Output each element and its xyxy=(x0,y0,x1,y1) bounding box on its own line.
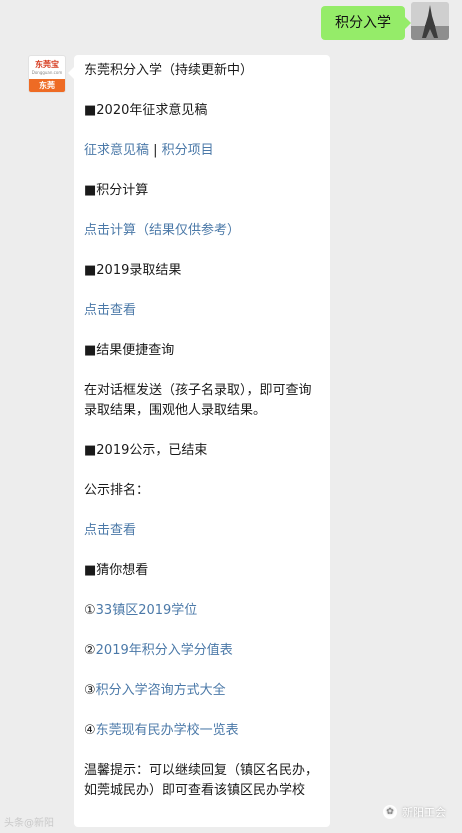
incoming-message-card: 东莞积分入学（持续更新中） ■2020年征求意见稿 征求意见稿 | 积分项目 ■… xyxy=(68,55,330,827)
recommended-item-1: ①33镇区2019学位 xyxy=(84,601,321,621)
bot-brand-sub: Dongguan.com xyxy=(31,70,63,75)
item-number: ③ xyxy=(84,683,96,698)
link-view-ranking[interactable]: 点击查看 xyxy=(84,523,136,538)
link-view-results[interactable]: 点击查看 xyxy=(84,303,136,318)
wechat-logo-icon: ✿ xyxy=(383,805,397,819)
bot-avatar[interactable]: 东莞宝 Dongguan.com 东莞 xyxy=(28,55,66,93)
recommended-item-2: ②2019年积分入学分值表 xyxy=(84,641,321,661)
recommended-item-4: ④东莞现有民办学校一览表 xyxy=(84,721,321,741)
message-title: 东莞积分入学（持续更新中） xyxy=(84,63,254,78)
link-recommended-item[interactable]: 2019年积分入学分值表 xyxy=(96,643,233,658)
link-draft-opinion[interactable]: 征求意见稿 xyxy=(84,143,149,158)
outgoing-message-text: 积分入学 xyxy=(335,15,391,31)
publicity-link-row: 点击查看 xyxy=(84,521,321,541)
watermark-right: ✿ 新阳工会 xyxy=(383,804,446,820)
section-header-2020-draft: ■2020年征求意见稿 xyxy=(84,103,208,118)
eiffel-photo-icon xyxy=(411,2,449,40)
link-points-items[interactable]: 积分项目 xyxy=(162,143,214,158)
link-recommended-item[interactable]: 33镇区2019学位 xyxy=(96,603,198,618)
section-header-recommended: ■猜你想看 xyxy=(84,563,149,578)
results-link-row: 点击查看 xyxy=(84,301,321,321)
calc-link-row: 点击计算（结果仅供参考） xyxy=(84,221,321,241)
item-number: ② xyxy=(84,643,96,658)
bot-brand-text: 东莞宝 xyxy=(35,60,59,69)
outgoing-message-bubble[interactable]: 积分入学 xyxy=(321,6,411,40)
link-calculate[interactable]: 点击计算（结果仅供参考） xyxy=(84,223,240,238)
section-header-quick-query: ■结果便捷查询 xyxy=(84,343,175,358)
section-header-2019-results: ■2019录取结果 xyxy=(84,263,182,278)
recommended-item-3: ③积分入学咨询方式大全 xyxy=(84,681,321,701)
bot-city-label: 东莞 xyxy=(29,79,65,92)
link-recommended-item[interactable]: 东莞现有民办学校一览表 xyxy=(96,723,239,738)
tip-text: 温馨提示：可以继续回复（镇区名民办，如莞城民办）即可查看该镇区民办学校 xyxy=(84,763,319,798)
item-number: ① xyxy=(84,603,96,618)
section-header-points-calc: ■积分计算 xyxy=(84,183,149,198)
section-header-2019-publicity: ■2019公示，已结束 xyxy=(84,443,208,458)
publicity-ranking-label: 公示排名： xyxy=(84,483,150,498)
link-separator: | xyxy=(149,143,162,158)
quick-query-text: 在对话框发送（孩子名录取），即可查询录取结果，围观他人录取结果。 xyxy=(84,383,312,418)
draft-links-row: 征求意见稿 | 积分项目 xyxy=(84,141,321,161)
user-avatar[interactable] xyxy=(411,2,449,40)
watermark-left: 头条@新阳 xyxy=(4,818,54,829)
item-number: ④ xyxy=(84,723,96,738)
link-recommended-item[interactable]: 积分入学咨询方式大全 xyxy=(96,683,226,698)
watermark-right-text: 新阳工会 xyxy=(402,806,446,819)
